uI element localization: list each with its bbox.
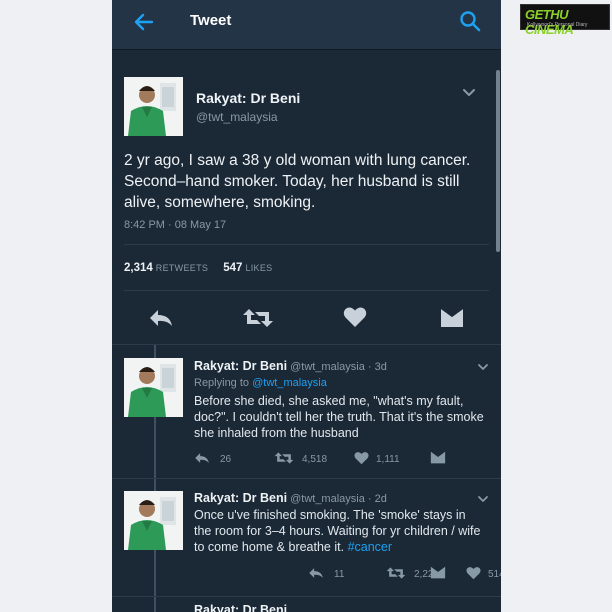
divider xyxy=(112,344,501,345)
chevron-down-icon[interactable] xyxy=(462,86,476,100)
divider xyxy=(124,290,489,291)
reply-author[interactable]: Rakyat: Dr Beni @twt_malaysia · 2d xyxy=(194,491,387,505)
like-count: 1,111 xyxy=(376,454,400,465)
reply-author-name[interactable]: Rakyat: Dr Beni xyxy=(194,359,287,373)
reply-meta: @twt_malaysia · 2d xyxy=(290,493,387,505)
reply-count: 11 xyxy=(334,569,345,580)
like-icon[interactable] xyxy=(466,566,481,580)
chevron-down-icon[interactable] xyxy=(477,361,489,373)
divider xyxy=(112,596,501,597)
like-icon[interactable] xyxy=(343,306,367,328)
like-count: 514 xyxy=(488,569,501,580)
reply-meta: @twt_malaysia · 3d xyxy=(290,361,387,373)
likes-count[interactable]: 547 xyxy=(223,262,242,274)
divider xyxy=(112,478,501,479)
next-reply-author[interactable]: Rakyat: Dr Beni xyxy=(194,603,287,612)
replying-to: Replying to @twt_malaysia xyxy=(194,377,327,389)
scrollbar[interactable] xyxy=(496,70,500,252)
reply-text: Once u've finished smoking. The 'smoke' … xyxy=(194,507,484,555)
direct-message-icon[interactable] xyxy=(440,308,464,328)
likes-label[interactable]: LIKES xyxy=(245,263,272,273)
reply-text-body: Once u've finished smoking. The 'smoke' … xyxy=(194,508,481,554)
reply-author-name[interactable]: Rakyat: Dr Beni xyxy=(194,491,287,505)
tweet-timestamp: 8:42 PM · 08 May 17 xyxy=(124,219,227,231)
like-icon[interactable] xyxy=(354,451,369,465)
reply-author[interactable]: Rakyat: Dr Beni @twt_malaysia · 3d xyxy=(194,359,387,373)
reply-count: 26 xyxy=(220,454,232,465)
retweet-count: 4,518 xyxy=(302,454,328,465)
twitter-app-screen: Tweet Rakyat: Dr Beni @twt_malaysia 2 yr… xyxy=(112,0,501,612)
tweet-stats: 2,314 RETWEETS 547 LIKES xyxy=(124,262,284,274)
divider xyxy=(124,244,489,245)
tweet-text: 2 yr ago, I saw a 38 y old woman with lu… xyxy=(124,152,471,211)
replying-to-prefix: Replying to xyxy=(194,377,250,389)
reply-icon[interactable] xyxy=(194,451,210,465)
replying-to-handle[interactable]: @twt_malaysia xyxy=(252,377,327,389)
hashtag-link[interactable]: #cancer xyxy=(348,540,392,554)
reply-avatar[interactable] xyxy=(124,358,183,417)
retweets-label[interactable]: RETWEETS xyxy=(156,263,208,273)
page-title: Tweet xyxy=(190,12,232,29)
author-handle[interactable]: @twt_malaysia xyxy=(196,110,278,124)
author-name[interactable]: Rakyat: Dr Beni xyxy=(196,90,300,106)
search-icon[interactable] xyxy=(458,9,482,33)
back-arrow-icon[interactable] xyxy=(132,10,156,34)
direct-message-icon[interactable] xyxy=(430,451,446,464)
retweet-icon[interactable] xyxy=(386,566,406,580)
author-avatar[interactable] xyxy=(124,77,183,136)
retweet-icon[interactable] xyxy=(274,451,294,465)
chevron-down-icon[interactable] xyxy=(477,493,489,505)
retweets-count[interactable]: 2,314 xyxy=(124,262,153,274)
reply-icon[interactable] xyxy=(308,566,324,580)
retweet-icon[interactable] xyxy=(242,307,274,329)
watermark-logo: GETHU CINEMA Kollywood's Personal Diary xyxy=(520,4,610,37)
watermark-tagline: Kollywood's Personal Diary xyxy=(527,22,588,28)
reply-text: Before she died, she asked me, "what's m… xyxy=(194,394,484,440)
reply-avatar[interactable] xyxy=(124,491,183,550)
direct-message-icon[interactable] xyxy=(430,566,446,579)
reply-icon[interactable] xyxy=(148,307,174,329)
top-bar: Tweet xyxy=(112,0,501,50)
